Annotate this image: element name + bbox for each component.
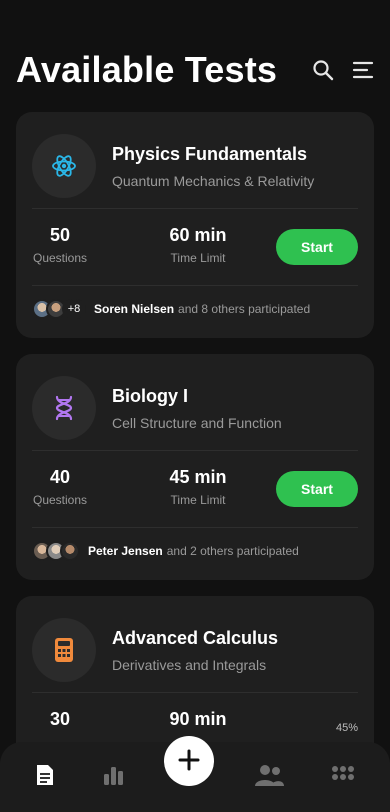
- calculator-icon: [32, 618, 96, 682]
- page-title: Available Tests: [16, 49, 278, 90]
- questions-count: 40: [49, 467, 71, 487]
- questions-label: Questions: [32, 493, 88, 507]
- divider: [32, 450, 358, 451]
- start-button[interactable]: Start: [276, 229, 358, 265]
- document-icon: [35, 763, 55, 792]
- header: Available Tests: [16, 48, 374, 92]
- time-limit-label: Time Limit: [170, 251, 226, 265]
- time-limit-value: 60 min: [169, 225, 227, 245]
- questions-count: 50: [49, 225, 71, 245]
- avatar: [60, 541, 80, 561]
- atom-icon: [32, 134, 96, 198]
- progress-percent: 45%: [335, 722, 358, 734]
- header-actions: [312, 59, 374, 81]
- test-card-biology[interactable]: Biology I Cell Structure and Function 40…: [16, 354, 374, 580]
- grid-icon: [331, 765, 355, 790]
- nav-stats[interactable]: [97, 762, 129, 792]
- more-participants-badge: +8: [62, 299, 86, 319]
- dna-icon: [32, 376, 96, 440]
- avatar-stack: +8: [32, 299, 86, 319]
- questions-label: Questions: [32, 251, 88, 265]
- test-card-header: Biology I Cell Structure and Function: [32, 368, 358, 448]
- test-subtitle: Derivatives and Integrals: [112, 657, 267, 673]
- participant-name: Peter Jensen: [88, 544, 163, 558]
- test-title: Biology I: [112, 386, 188, 406]
- participants-row: Peter Jensen and 2 others participated: [32, 540, 358, 562]
- participant-name: Soren Nielsen: [94, 302, 175, 316]
- menu-icon[interactable]: [352, 59, 374, 81]
- time-limit-value: 45 min: [169, 467, 227, 487]
- test-card-physics[interactable]: Physics Fundamentals Quantum Mechanics &…: [16, 112, 374, 338]
- participant-summary: and 8 others participated: [178, 302, 311, 316]
- test-title: Advanced Calculus: [112, 628, 279, 648]
- test-card-header: Advanced Calculus Derivatives and Integr…: [32, 610, 358, 690]
- people-icon: [253, 763, 285, 792]
- participants-row: +8 Soren Nielsen and 8 others participat…: [32, 298, 358, 320]
- bar-chart-icon: [101, 764, 125, 791]
- nav-people[interactable]: [253, 762, 285, 792]
- time-limit-label: Time Limit: [170, 493, 226, 507]
- test-subtitle: Quantum Mechanics & Relativity: [112, 173, 315, 189]
- search-icon[interactable]: [312, 59, 334, 81]
- divider: [32, 527, 358, 528]
- time-limit-value: 90 min: [169, 709, 227, 729]
- avatar-stack: [32, 541, 80, 561]
- test-card-header: Physics Fundamentals Quantum Mechanics &…: [32, 126, 358, 206]
- add-button[interactable]: [164, 736, 214, 786]
- participant-summary: and 2 others participated: [166, 544, 299, 558]
- nav-tests[interactable]: [29, 762, 61, 792]
- divider: [32, 692, 358, 693]
- test-subtitle: Cell Structure and Function: [112, 415, 282, 431]
- questions-count: 30: [49, 709, 71, 729]
- nav-more[interactable]: [327, 762, 359, 792]
- plus-icon: [178, 749, 200, 774]
- divider: [32, 285, 358, 286]
- start-button[interactable]: Start: [276, 471, 358, 507]
- test-title: Physics Fundamentals: [112, 144, 308, 164]
- divider: [32, 208, 358, 209]
